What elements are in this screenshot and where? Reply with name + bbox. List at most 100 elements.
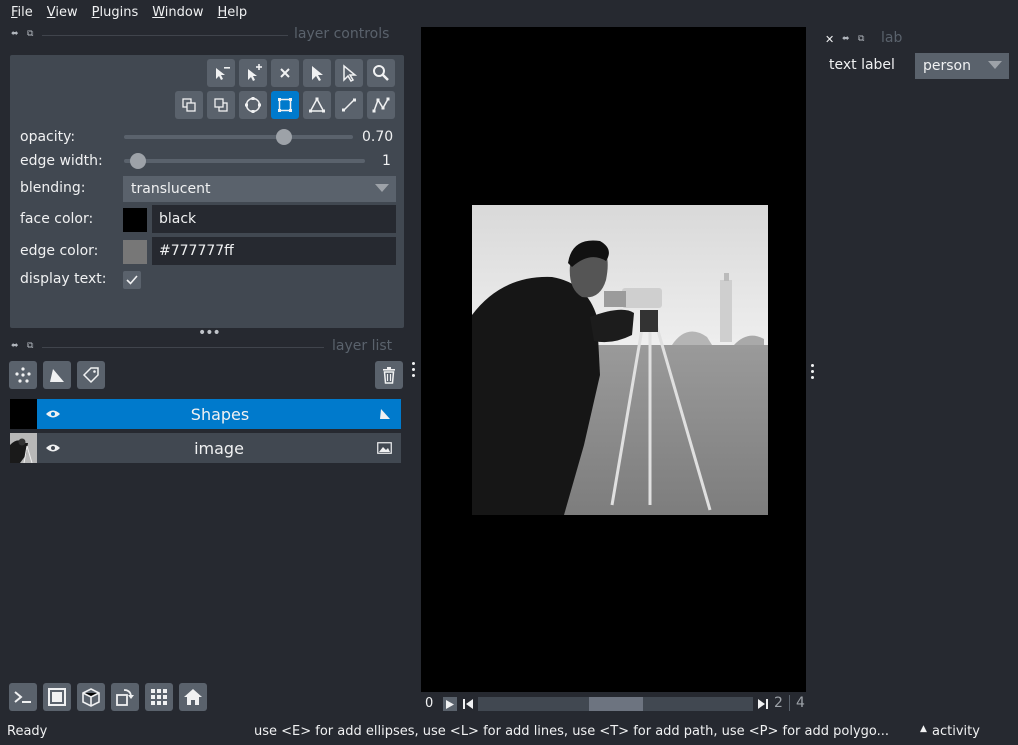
face-color-field[interactable]: black bbox=[152, 205, 396, 233]
float-dock-icon[interactable]: ⬌ bbox=[11, 341, 19, 351]
label-tag-icon bbox=[82, 367, 99, 384]
blending-label: blending: bbox=[20, 180, 86, 196]
face-color-text: black bbox=[159, 211, 197, 227]
dims-current-value[interactable]: 2 bbox=[774, 695, 783, 711]
panel-splitter-handle[interactable]: ••• bbox=[198, 325, 221, 341]
transpose-button[interactable] bbox=[111, 683, 139, 711]
step-back-icon[interactable] bbox=[463, 699, 473, 709]
select-shapes-button[interactable] bbox=[303, 59, 331, 87]
move-front-button[interactable] bbox=[207, 91, 235, 119]
detach-dock-icon[interactable]: ⧉ bbox=[858, 34, 864, 44]
terminal-icon bbox=[14, 691, 31, 703]
dims-slider-handle[interactable] bbox=[589, 697, 643, 711]
new-points-layer-button[interactable] bbox=[9, 361, 37, 389]
menu-plugins[interactable]: Plugins bbox=[85, 5, 146, 20]
detach-dock-icon[interactable]: ⧉ bbox=[27, 29, 33, 39]
ndisplay-button[interactable] bbox=[43, 683, 71, 711]
direct-select-icon bbox=[343, 64, 358, 82]
add-vertex-icon bbox=[248, 64, 262, 81]
checkmark-icon bbox=[126, 275, 138, 285]
layer-name[interactable]: Shapes bbox=[61, 405, 379, 424]
activity-button[interactable]: activity bbox=[932, 724, 980, 739]
dock-title-rule bbox=[42, 35, 288, 36]
close-dock-icon[interactable]: ✕ bbox=[825, 33, 834, 46]
menu-file[interactable]: File bbox=[4, 5, 40, 20]
edge-color-swatch[interactable] bbox=[123, 240, 147, 264]
add-path-button[interactable] bbox=[367, 91, 395, 119]
opacity-value: 0.70 bbox=[362, 129, 394, 145]
edge-color-label: edge color: bbox=[20, 243, 99, 259]
play-icon bbox=[446, 699, 454, 709]
face-color-swatch[interactable] bbox=[123, 208, 147, 232]
vertical-splitter-right[interactable] bbox=[811, 364, 815, 379]
grid-icon bbox=[151, 689, 167, 705]
add-ellipse-button[interactable] bbox=[239, 91, 267, 119]
caret-up-icon: ▲ bbox=[920, 724, 927, 734]
display-text-checkbox[interactable] bbox=[123, 271, 141, 289]
layer-list-title: layer list bbox=[332, 338, 393, 354]
rotate-icon bbox=[116, 689, 134, 706]
add-line-button[interactable] bbox=[335, 91, 363, 119]
move-back-button[interactable] bbox=[175, 91, 203, 119]
layer-item-shapes[interactable]: Shapes bbox=[10, 399, 401, 429]
roll-dims-button[interactable] bbox=[77, 683, 105, 711]
console-button[interactable] bbox=[9, 683, 37, 711]
menu-help[interactable]: Help bbox=[211, 5, 255, 20]
rectangle-icon bbox=[278, 98, 292, 112]
cameraman-image bbox=[472, 205, 768, 515]
right-dock-title: lab bbox=[881, 30, 903, 46]
vertical-splitter-left[interactable] bbox=[412, 362, 416, 377]
status-hint: use <E> for add ellipses, use <L> for ad… bbox=[254, 724, 890, 739]
eye-icon[interactable] bbox=[45, 409, 61, 419]
delete-shape-button[interactable] bbox=[271, 59, 299, 87]
pan-zoom-button[interactable] bbox=[367, 59, 395, 87]
home-icon bbox=[184, 689, 202, 705]
menu-view[interactable]: View bbox=[40, 5, 85, 20]
points-icon bbox=[15, 367, 31, 383]
eye-icon[interactable] bbox=[45, 443, 61, 453]
float-dock-icon[interactable]: ⬌ bbox=[11, 29, 19, 39]
edge-width-slider[interactable] bbox=[124, 159, 365, 163]
image-icon bbox=[377, 442, 392, 454]
menu-window[interactable]: Window bbox=[145, 5, 210, 20]
grid-button[interactable] bbox=[145, 683, 173, 711]
shapes-icon bbox=[50, 369, 64, 382]
new-labels-layer-button[interactable] bbox=[77, 361, 105, 389]
edge-color-field[interactable]: #777777ff bbox=[152, 237, 396, 265]
text-label-label: text label bbox=[829, 57, 895, 73]
delete-layer-button[interactable] bbox=[375, 361, 403, 389]
text-label-value: person bbox=[923, 58, 971, 74]
magnifier-icon bbox=[373, 65, 389, 81]
step-forward-icon[interactable] bbox=[758, 699, 768, 709]
trash-icon bbox=[383, 367, 395, 384]
blending-dropdown[interactable]: translucent bbox=[123, 176, 396, 202]
edge-width-slider-handle[interactable] bbox=[130, 153, 146, 169]
layer-controls-title: layer controls bbox=[294, 26, 390, 42]
line-icon bbox=[342, 98, 356, 112]
play-button[interactable] bbox=[443, 697, 457, 711]
float-dock-icon[interactable]: ⬌ bbox=[842, 34, 850, 44]
triangle-icon bbox=[309, 97, 325, 113]
new-shapes-layer-button[interactable] bbox=[43, 361, 71, 389]
direct-select-button[interactable] bbox=[335, 59, 363, 87]
dims-total-value: 4 bbox=[796, 695, 805, 711]
add-rectangle-button[interactable] bbox=[271, 91, 299, 119]
remove-vertex-icon bbox=[216, 67, 230, 80]
blending-value: translucent bbox=[131, 181, 211, 197]
status-bar: Ready use <E> for add ellipses, use <L> … bbox=[0, 720, 1018, 745]
remove-vertex-button[interactable] bbox=[207, 59, 235, 87]
cube-icon bbox=[82, 688, 100, 707]
arrow-select-icon bbox=[312, 66, 323, 81]
opacity-slider[interactable] bbox=[124, 135, 353, 139]
home-button[interactable] bbox=[179, 683, 207, 711]
add-vertex-button[interactable] bbox=[239, 59, 267, 87]
chevron-down-icon bbox=[988, 61, 1002, 69]
layer-item-image[interactable]: image bbox=[10, 433, 401, 463]
face-color-label: face color: bbox=[20, 211, 94, 227]
dims-divider bbox=[789, 695, 790, 711]
layer-name[interactable]: image bbox=[61, 439, 377, 458]
add-polygon-button[interactable] bbox=[303, 91, 331, 119]
display-text-label: display text: bbox=[20, 271, 107, 287]
detach-dock-icon[interactable]: ⧉ bbox=[27, 341, 33, 351]
close-icon bbox=[280, 68, 290, 78]
